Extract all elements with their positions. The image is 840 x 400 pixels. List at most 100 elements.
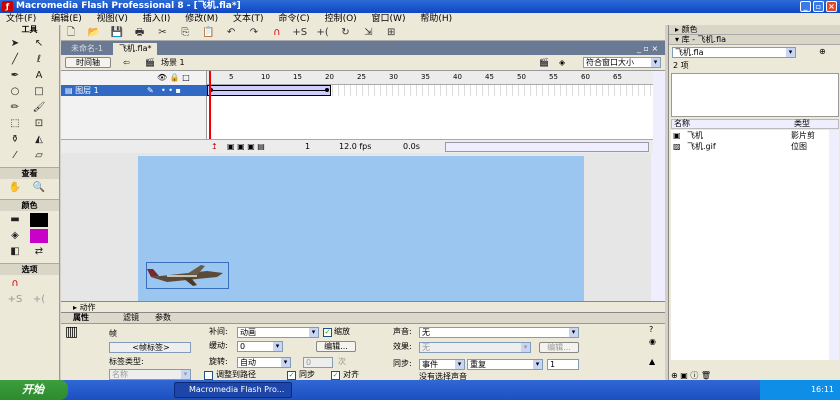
frame-ruler[interactable]: 5 10 15 20 25 30 35 40 45 50 55 60 65 [207,71,653,85]
snap-checkbox[interactable]: ✓ [331,371,340,380]
paintbucket-icon[interactable]: ◭ [30,133,48,147]
tab-parameters[interactable]: 参数 [155,313,171,323]
col-type[interactable]: 类型 [794,120,810,128]
paste-icon[interactable]: 📋 [198,25,218,41]
snap-magnet-icon[interactable]: ∩ [267,25,287,41]
edit-ease-button[interactable]: 编辑... [316,341,356,352]
list-item[interactable]: ▨ 飞机.gif 位图 [671,141,829,152]
pen-icon[interactable]: ✒ [6,69,24,83]
cut-icon[interactable]: ✂ [153,25,173,41]
scale-icon[interactable]: ⇲ [358,25,378,41]
save-icon[interactable]: 💾 [107,25,127,41]
menu-view[interactable]: 视图(V) [91,13,134,25]
panel-options-icon[interactable]: ◉ [649,337,656,347]
sound-select[interactable]: 无 [419,327,579,338]
airplane-symbol[interactable] [146,262,229,289]
new-icon[interactable]: 🗋 [61,25,81,41]
doc-minimize-icon[interactable]: _ ▫ × [631,43,664,55]
edit-symbol-icon[interactable]: ◈ [559,58,565,68]
menu-text[interactable]: 文本(T) [227,13,270,25]
sync-checkbox[interactable]: ✓ [287,371,296,380]
edit-scene-icon[interactable]: 🎬 [539,58,549,68]
fill-color-icon[interactable]: ◈ [6,229,24,243]
scale-checkbox[interactable]: ✓ [323,328,332,337]
sync-select[interactable]: 事件 [419,359,465,370]
start-button[interactable]: 开始 [0,380,68,400]
restore-icon[interactable]: ▫ [813,1,824,12]
help-icon[interactable]: ? [649,325,653,335]
eyedropper-icon[interactable]: ⁄ [6,149,24,163]
col-name[interactable]: 名称 [674,120,690,128]
stage-vscroll[interactable] [651,153,665,301]
label-type-select[interactable]: 名称 [109,369,191,380]
tab-feiji[interactable]: 飞机.fla* [113,43,158,55]
frame-row[interactable] [207,85,653,96]
freetransform-icon[interactable]: ⬚ [6,117,24,131]
print-icon[interactable]: 🖶 [130,25,150,41]
repeat-select[interactable]: 重复 [467,359,543,370]
tab-untitled[interactable]: 未命名-1 [65,43,109,55]
frame-name-input[interactable]: <帧标签> [109,342,191,353]
playhead[interactable] [209,71,211,139]
taskbar-flash-item[interactable]: Macromedia Flash Pro... [174,382,292,398]
rotate-icon[interactable]: ↻ [336,25,356,41]
collapse-icon[interactable]: ▲ [649,357,655,367]
pin-icon[interactable]: ⊕ [819,47,826,57]
menu-control[interactable]: 控制(O) [319,13,363,25]
effect-select[interactable]: 无 [419,342,531,353]
subselect-icon[interactable]: ↖ [30,37,48,51]
eraser-icon[interactable]: ▱ [30,149,48,163]
menu-file[interactable]: 文件(F) [0,13,42,25]
brush-icon[interactable]: 🖌 [30,101,48,115]
magnet-icon[interactable]: ∩ [6,277,24,291]
smooth-icon[interactable]: +S [6,293,24,307]
stroke-swatch[interactable] [30,213,48,227]
zoom-select[interactable]: 符合窗口大小 [583,57,661,68]
undo-icon[interactable]: ↶ [221,25,241,41]
fill-transform-icon[interactable]: ⊡ [30,117,48,131]
colors-panel-header[interactable]: ▸ 颜色 [669,25,840,35]
timeline-hscroll[interactable] [445,142,649,152]
menu-commands[interactable]: 命令(C) [272,13,315,25]
list-item[interactable]: ▣ 飞机 影片剪 [671,130,829,141]
layer-row[interactable]: ▤ 图层 1 ✎ • • ▪ [61,85,207,96]
redo-icon[interactable]: ↷ [244,25,264,41]
rect-icon[interactable]: □ [30,85,48,99]
fill-swatch[interactable] [30,229,48,243]
orient-checkbox[interactable] [204,371,213,380]
swap-colors-icon[interactable]: ⇄ [30,245,48,259]
minimize-icon[interactable]: _ [800,1,811,12]
smooth-tb-icon[interactable]: +S [290,25,310,41]
hand-icon[interactable]: ✋ [6,181,24,195]
timeline-toggle-button[interactable]: 时间轴 [65,57,111,68]
library-footer-icons[interactable]: ⊕ ▣ ⓘ 🗑 [671,370,839,380]
menu-insert[interactable]: 插入(I) [137,13,177,25]
zoom-icon[interactable]: 🔍 [30,181,48,195]
eye-lock-outline-icons[interactable]: 👁 🔒 □ [157,73,190,82]
copy-icon[interactable]: ⎘ [175,25,195,41]
menu-edit[interactable]: 编辑(E) [45,13,88,25]
tab-properties[interactable]: 属性 [73,313,89,323]
menu-window[interactable]: 窗口(W) [366,13,412,25]
tab-filters[interactable]: 滤镜 [123,313,139,323]
library-panel-header[interactable]: ▾ 库 - 飞机.fla [669,35,840,45]
align-icon[interactable]: ⊞ [381,25,401,41]
line-icon[interactable]: ╱ [6,53,24,67]
library-vscroll[interactable] [829,130,839,360]
text-icon[interactable]: A [30,69,48,83]
center-frame-icon[interactable]: ↥ [211,142,218,152]
open-icon[interactable]: 📂 [84,25,104,41]
edit-sound-button[interactable]: 编辑... [539,342,579,353]
close-icon[interactable]: × [826,1,837,12]
repeat-count-input[interactable]: 1 [547,359,579,370]
back-arrow-icon[interactable]: ⇦ [123,58,130,68]
menu-modify[interactable]: 修改(M) [179,13,224,25]
straighten-tb-icon[interactable]: +( [313,25,333,41]
inkbottle-icon[interactable]: ⚱ [6,133,24,147]
stroke-color-icon[interactable]: ▬ [6,213,24,227]
tween-select[interactable]: 动画 [237,327,319,338]
pencil-icon[interactable]: ✏ [6,101,24,115]
menu-help[interactable]: 帮助(H) [414,13,458,25]
actions-panel-bar[interactable]: ▸ 动作 [61,301,665,312]
onion-skin-icon[interactable]: ▣ ▣ ▣ ▤ [227,142,265,152]
